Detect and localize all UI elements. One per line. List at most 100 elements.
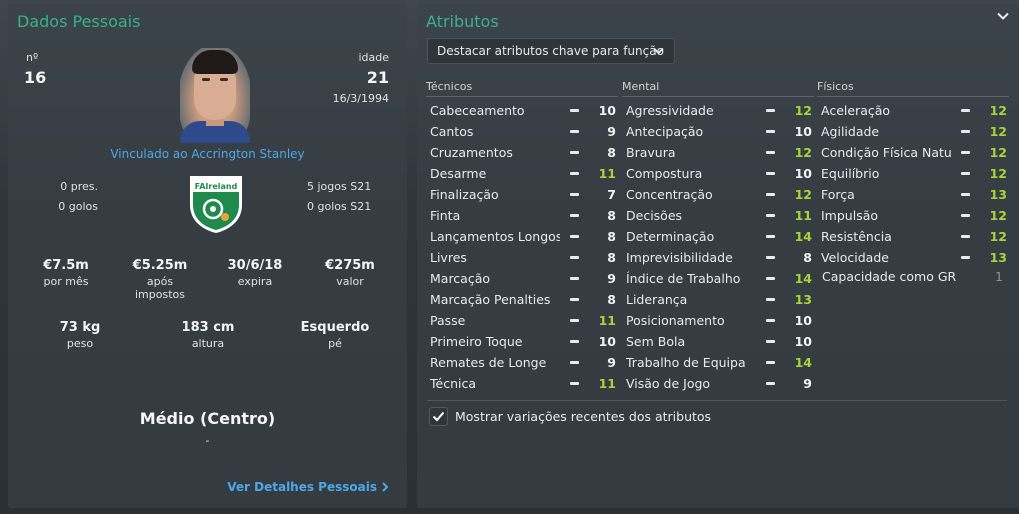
attribute-row[interactable]: Índice de Trabalho 14 [622, 268, 814, 289]
attribute-row[interactable]: Equilíbrio 12 [817, 163, 1009, 184]
attribute-change-indicator [570, 361, 579, 364]
attribute-row[interactable]: Cantos 9 [426, 121, 618, 142]
attribute-row[interactable]: Antecipação 10 [622, 121, 814, 142]
attribute-row[interactable]: Determinação 14 [622, 226, 814, 247]
attribute-row[interactable]: Decisões 11 [622, 205, 814, 226]
wage-value: €7.5m [43, 258, 89, 273]
attribute-row[interactable]: Marcação 9 [426, 268, 618, 289]
attribute-value: 13 [989, 250, 1007, 265]
attribute-name: Imprevisibilidade [626, 250, 733, 265]
attribute-row[interactable]: Finta 8 [426, 205, 618, 226]
attribute-change-indicator [766, 298, 775, 301]
attribute-value: 10 [598, 334, 616, 349]
attribute-row[interactable]: Força 13 [817, 184, 1009, 205]
attribute-value: 10 [794, 313, 812, 328]
attribute-name: Finalização [430, 187, 499, 202]
physical-header: Físicos [817, 80, 854, 93]
net-wage-block: €5.25m após impostos [121, 258, 199, 301]
attribute-change-indicator [961, 172, 970, 175]
squad-number: 16 [24, 68, 47, 87]
attribute-row[interactable]: Cabeceamento 10 [426, 100, 618, 121]
contract-expiry-block: 30/6/18 expira [216, 258, 294, 288]
attribute-row[interactable]: Passe 11 [426, 310, 618, 331]
attribute-row[interactable]: Agilidade 12 [817, 121, 1009, 142]
attribute-row[interactable]: Aceleração 12 [817, 100, 1009, 121]
height-value: 183 cm [181, 320, 235, 335]
personal-details-panel: Dados Pessoais nº 16 idade 21 16/3/1994 … [8, 4, 407, 508]
club-link[interactable]: Vinculado ao Accrington Stanley [8, 147, 407, 161]
attribute-value: 8 [607, 208, 616, 223]
attribute-change-indicator [570, 235, 579, 238]
national-team-crest-icon: FAIreland [190, 176, 242, 233]
attribute-change-indicator [961, 151, 970, 154]
attribute-value: 8 [607, 250, 616, 265]
attribute-change-indicator [766, 340, 775, 343]
attribute-value: 9 [803, 376, 812, 391]
attribute-value: 10 [794, 166, 812, 181]
attribute-change-indicator [570, 382, 579, 385]
attribute-change-indicator [766, 319, 775, 322]
attribute-name: Marcação Penalties [430, 292, 551, 307]
panel-title-attributes: Atributos [426, 12, 499, 31]
value-block: €275m valor [311, 258, 389, 288]
age-value: 21 [366, 68, 389, 87]
attribute-value: 13 [794, 292, 812, 307]
attribute-change-indicator [766, 214, 775, 217]
attribute-row[interactable]: Remates de Longe 9 [426, 352, 618, 373]
technical-header: Técnicos [426, 80, 473, 93]
attribute-change-indicator [961, 235, 970, 238]
attribute-row[interactable]: Impulsão 12 [817, 205, 1009, 226]
attribute-change-indicator [961, 130, 970, 133]
attribute-value: 7 [607, 187, 616, 202]
collapse-chevron-icon[interactable] [997, 12, 1009, 21]
highlight-role-dropdown[interactable]: Destacar atributos chave para função [427, 38, 675, 64]
attribute-row[interactable]: Velocidade 13 [817, 247, 1009, 268]
attribute-row[interactable]: Lançamentos Longos 8 [426, 226, 618, 247]
number-label: nº [26, 51, 39, 64]
attribute-value: 10 [794, 334, 812, 349]
attribute-row[interactable]: Liderança 13 [622, 289, 814, 310]
attribute-name: Compostura [626, 166, 703, 181]
personal-details-link[interactable]: Ver Detalhes Pessoais [227, 480, 389, 494]
attribute-row[interactable]: Primeiro Toque 10 [426, 331, 618, 352]
attribute-row[interactable]: Resistência 12 [817, 226, 1009, 247]
attribute-value: 14 [794, 271, 812, 286]
attribute-row[interactable]: Posicionamento 10 [622, 310, 814, 331]
attribute-row[interactable]: Concentração 12 [622, 184, 814, 205]
attribute-value: 9 [607, 271, 616, 286]
attribute-value: 11 [598, 313, 616, 328]
attribute-row[interactable]: Finalização 7 [426, 184, 618, 205]
attribute-value: 10 [598, 103, 616, 118]
player-photo [180, 48, 250, 143]
attribute-value: 11 [794, 208, 812, 223]
attribute-row[interactable]: Compostura 10 [622, 163, 814, 184]
attribute-name: Cantos [430, 124, 474, 139]
attribute-row[interactable]: Trabalho de Equipa 14 [622, 352, 814, 373]
attribute-name: Livres [430, 250, 467, 265]
attribute-name: Impulsão [821, 208, 879, 223]
attribute-row[interactable]: Técnica 11 [426, 373, 618, 394]
attribute-row[interactable]: Imprevisibilidade 8 [622, 247, 814, 268]
attribute-name: Condição Física Natu... [821, 145, 951, 160]
attribute-name: Primeiro Toque [430, 334, 523, 349]
attribute-value: 9 [607, 124, 616, 139]
attribute-change-indicator [766, 361, 775, 364]
recent-changes-label: Mostrar variações recentes dos atributos [455, 409, 712, 424]
attribute-change-indicator [570, 256, 579, 259]
attribute-row[interactable]: Bravura 12 [622, 142, 814, 163]
attribute-row[interactable]: Sem Bola 10 [622, 331, 814, 352]
attribute-row[interactable]: Desarme 11 [426, 163, 618, 184]
foot-label: pé [328, 337, 342, 350]
attribute-row[interactable]: Cruzamentos 8 [426, 142, 618, 163]
attribute-name: Aceleração [821, 103, 891, 118]
attribute-row[interactable]: Agressividade 12 [622, 100, 814, 121]
attribute-row[interactable]: Marcação Penalties 8 [426, 289, 618, 310]
recent-changes-checkbox[interactable] [429, 407, 448, 426]
attribute-row[interactable]: Condição Física Natu... 12 [817, 142, 1009, 163]
attribute-value: 12 [794, 187, 812, 202]
attributes-panel: Atributos Destacar atributos chave para … [417, 4, 1019, 508]
attribute-row[interactable]: Visão de Jogo 9 [622, 373, 814, 394]
attribute-name: Agressividade [626, 103, 714, 118]
attribute-row[interactable]: Livres 8 [426, 247, 618, 268]
attribute-value: 12 [989, 229, 1007, 244]
